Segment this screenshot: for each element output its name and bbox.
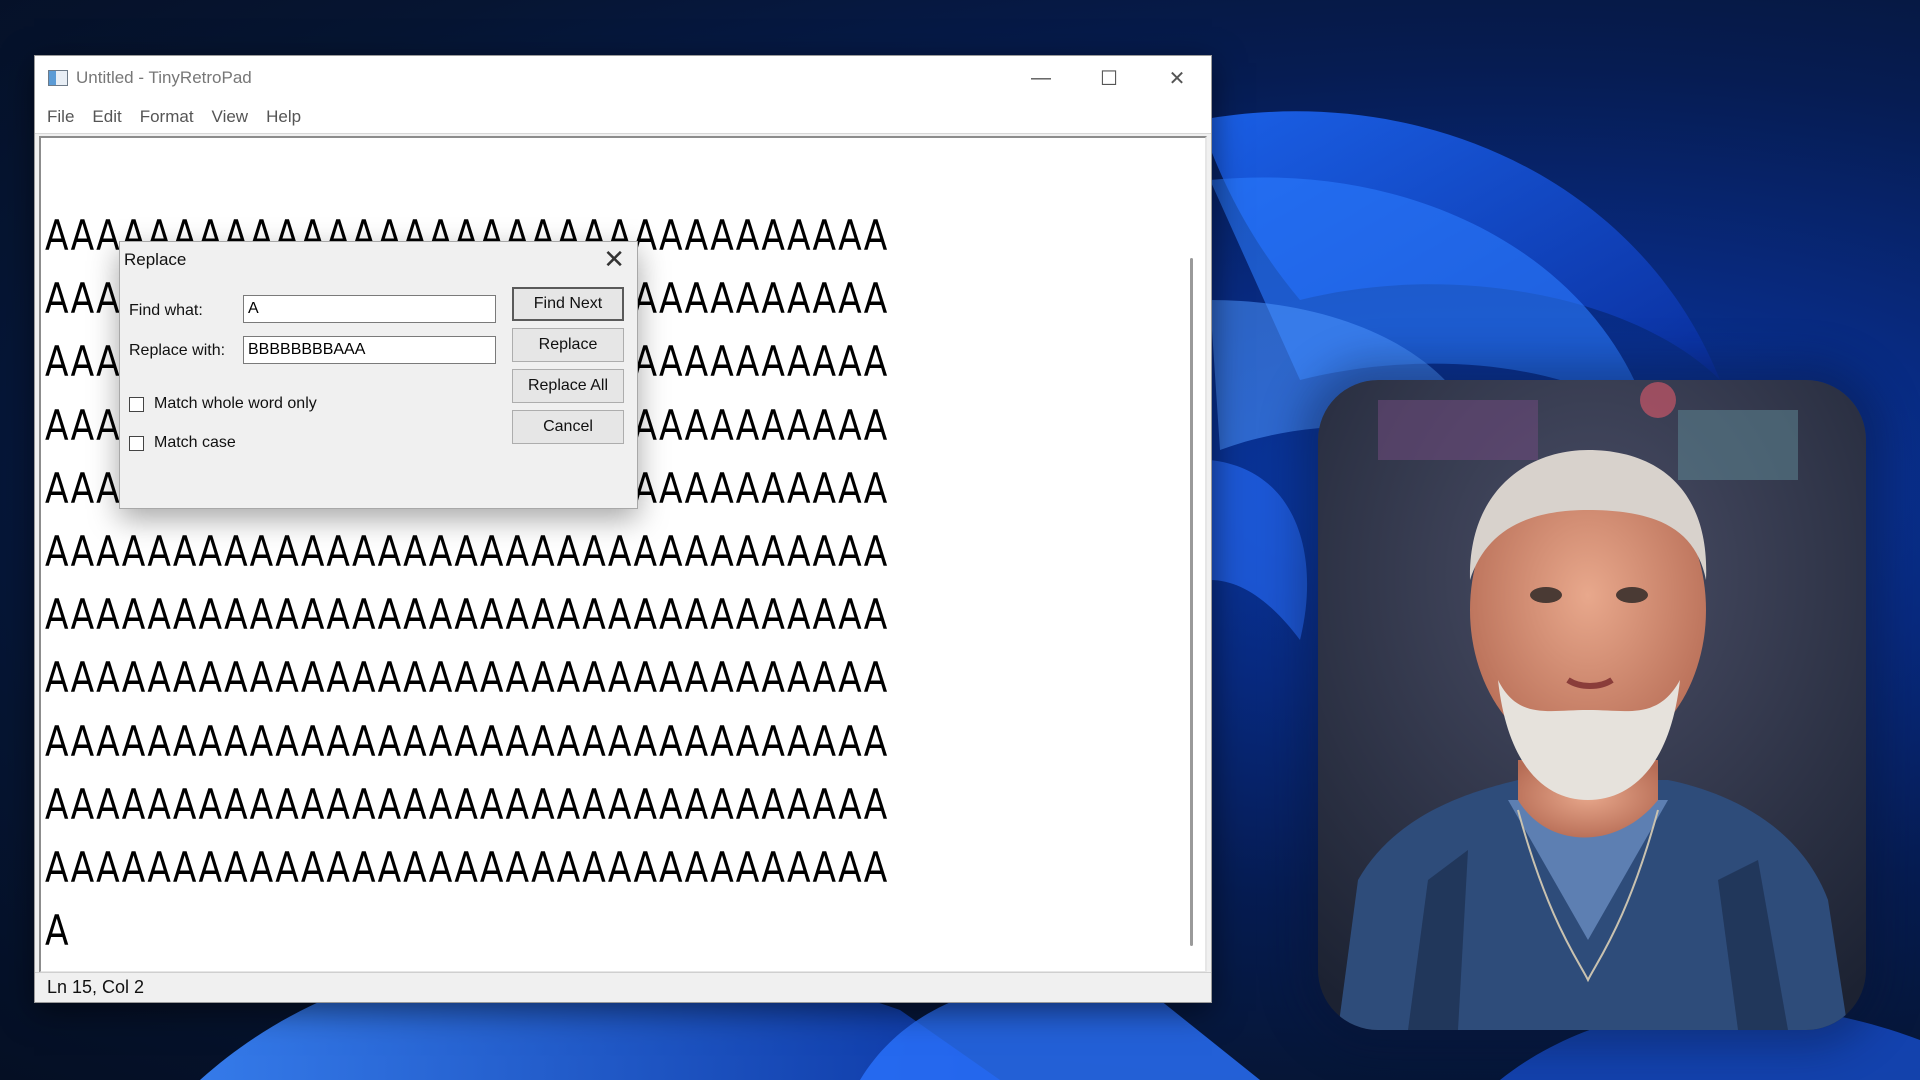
replace-with-input[interactable] xyxy=(243,336,496,364)
find-what-input[interactable] xyxy=(243,295,496,323)
notepad-app-icon xyxy=(48,70,68,86)
editor-line: AAAAAAAAAAAAAAAAAAAAAAAAAAAAAAAAA xyxy=(45,653,889,703)
menu-help[interactable]: Help xyxy=(258,103,311,131)
editor-line: AAAAAAAAAAAAAAAAAAAAAAAAAAAAAAAAA xyxy=(45,527,889,577)
window-controls: — ☐ ✕ xyxy=(1007,56,1211,100)
find-next-button[interactable]: Find Next xyxy=(512,287,624,321)
menu-file[interactable]: File xyxy=(39,103,84,131)
vertical-scrollbar[interactable] xyxy=(1190,258,1193,946)
replace-button[interactable]: Replace xyxy=(512,328,624,362)
match-case-checkbox[interactable] xyxy=(129,435,144,451)
editor-line: AAAAAAAAAAAAAAAAAAAAAAAAAAAAAAAAA xyxy=(45,590,889,640)
replace-with-label: Replace with: xyxy=(129,342,226,359)
dialog-title: Replace xyxy=(124,250,187,269)
match-whole-word-label: Match whole word only xyxy=(154,395,317,412)
match-case-label: Match case xyxy=(154,434,236,451)
minimize-button[interactable]: — xyxy=(1007,56,1075,100)
cursor-position: Ln 15, Col 2 xyxy=(47,977,145,997)
maximize-button[interactable]: ☐ xyxy=(1075,56,1143,100)
dialog-close-icon[interactable]: ✕ xyxy=(603,244,625,274)
menu-edit[interactable]: Edit xyxy=(84,103,131,131)
window-title: Untitled - TinyRetroPad xyxy=(76,68,252,87)
presenter-image xyxy=(1318,380,1866,1030)
webcam-overlay xyxy=(1318,380,1866,1030)
menu-format[interactable]: Format xyxy=(132,103,204,131)
replace-all-button[interactable]: Replace All xyxy=(512,369,624,403)
replace-dialog: Replace ✕ Find what: Replace with: Match… xyxy=(119,241,638,509)
editor-line: AAAAAAAAAAAAAAAAAAAAAAAAAAAAAAAAA xyxy=(45,779,889,829)
editor-line: A xyxy=(45,906,70,956)
title-bar[interactable]: Untitled - TinyRetroPad — ☐ ✕ xyxy=(35,56,1211,100)
menu-view[interactable]: View xyxy=(204,103,259,131)
editor-line: AAAAAAAAAAAAAAAAAAAAAAAAAAAAAAAAA xyxy=(45,843,889,893)
find-what-label: Find what: xyxy=(129,302,203,319)
status-bar: Ln 15, Col 2 xyxy=(35,972,1211,1002)
menu-bar: File Edit Format View Help xyxy=(35,100,1211,134)
match-whole-word-option[interactable]: Match whole word only xyxy=(129,395,317,413)
close-button[interactable]: ✕ xyxy=(1143,56,1211,100)
match-case-option[interactable]: Match case xyxy=(129,434,236,452)
notepad-window: Untitled - TinyRetroPad — ☐ ✕ File Edit … xyxy=(34,55,1212,1003)
editor-line: AAAAAAAAAAAAAAAAAAAAAAAAAAAAAAAAA xyxy=(45,716,889,766)
match-whole-word-checkbox[interactable] xyxy=(129,396,144,412)
cancel-button[interactable]: Cancel xyxy=(512,410,624,444)
